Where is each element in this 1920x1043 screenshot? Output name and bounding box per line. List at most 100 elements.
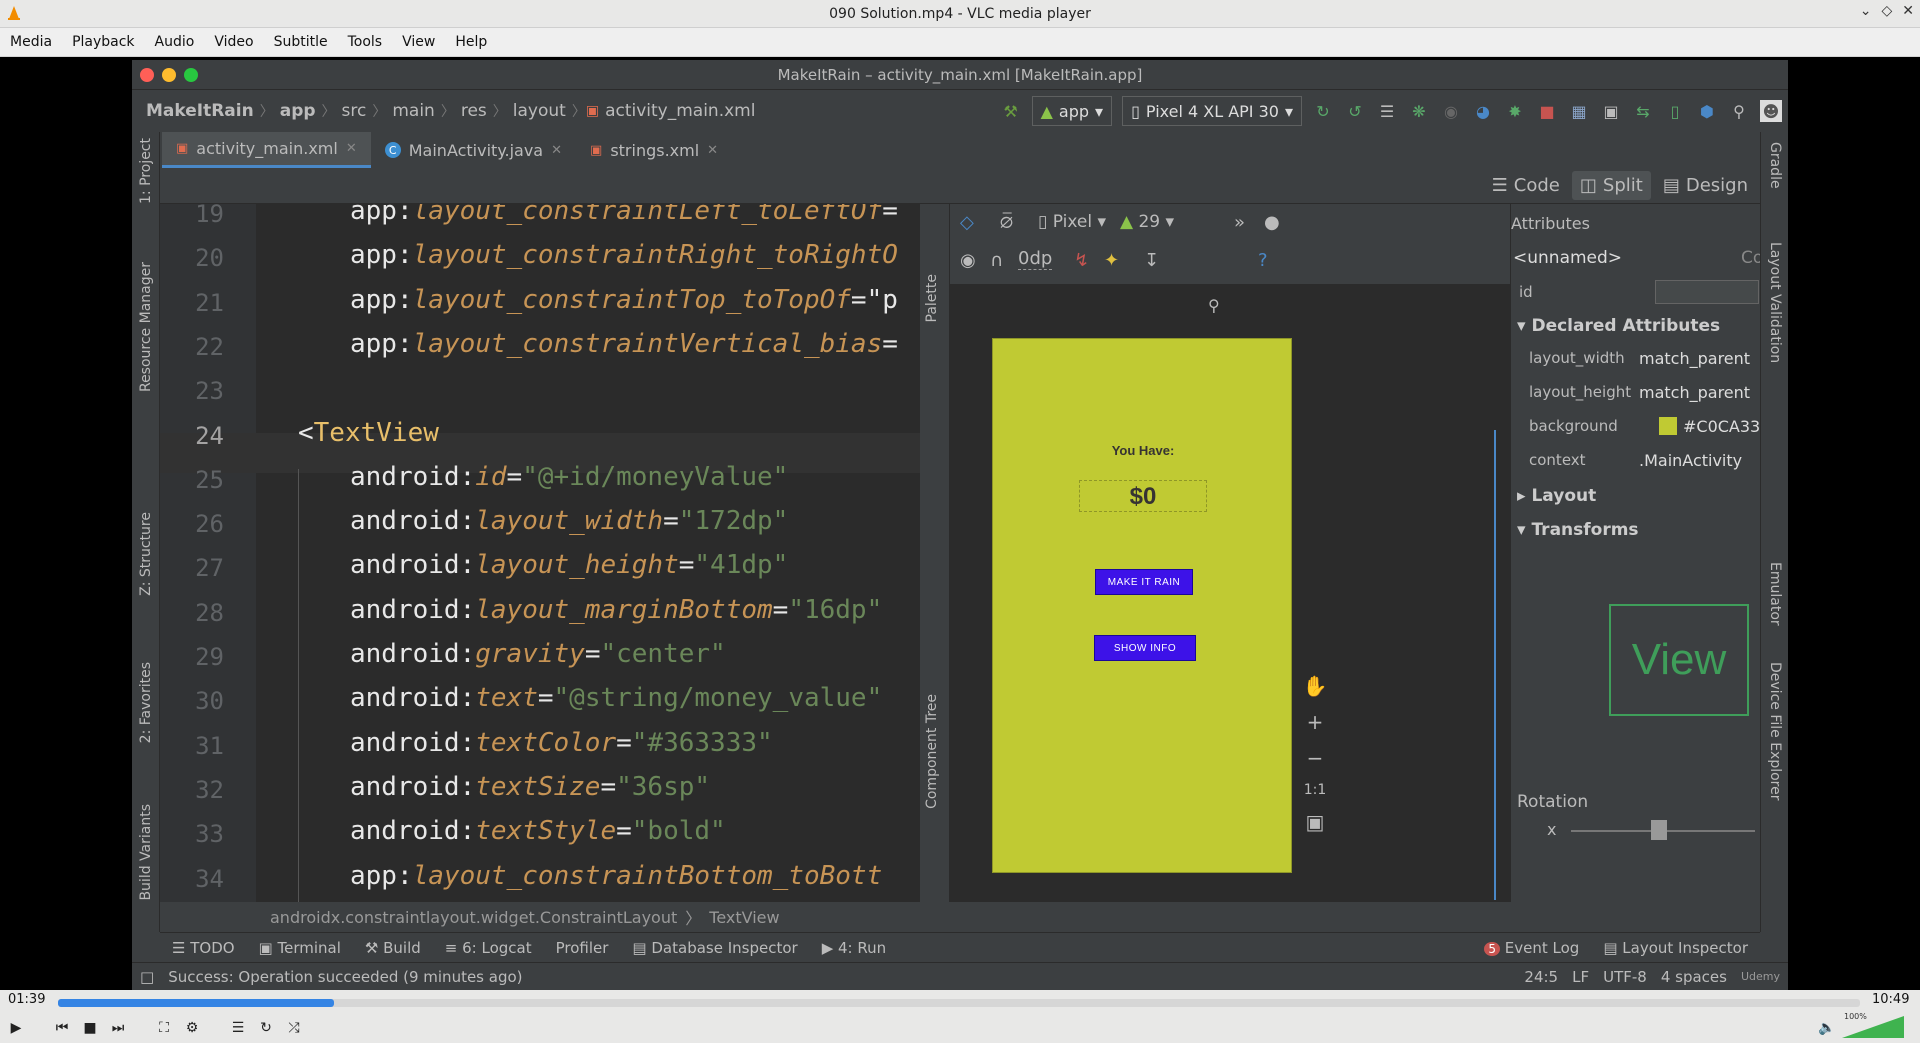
tool-profiler[interactable]: Profiler	[544, 939, 621, 957]
playlist-icon[interactable]: ☰	[226, 1016, 250, 1040]
mode-split-button[interactable]: ◫ Split	[1571, 171, 1651, 200]
tool-resource-manager[interactable]: Resource Manager	[138, 262, 154, 392]
crumb-file[interactable]: activity_main.xml	[599, 101, 761, 121]
declared-attributes-header[interactable]: ▾ Declared Attributes	[1511, 312, 1760, 340]
rotation-x-thumb[interactable]	[1651, 820, 1667, 840]
tool-emulator[interactable]: Emulator	[1767, 562, 1783, 626]
more-icon[interactable]: »	[1234, 212, 1245, 233]
menu-audio[interactable]: Audio	[145, 34, 205, 50]
search-icon[interactable]: ⚲	[1728, 100, 1750, 122]
menu-view[interactable]: View	[392, 34, 445, 50]
stop-icon[interactable]: ■	[78, 1016, 102, 1040]
tool-event-log[interactable]: 5 Event Log	[1472, 939, 1591, 957]
mode-design-button[interactable]: ▤ Design	[1655, 171, 1756, 200]
avatar-icon[interactable]: ☻	[1760, 100, 1782, 122]
code-line[interactable]: android:text="@string/money_value"	[350, 683, 882, 713]
crumb-layout[interactable]: layout	[507, 101, 572, 121]
code-line[interactable]: app:layout_constraintBottom_toBott	[350, 861, 882, 891]
profile-icon[interactable]: ◕	[1472, 100, 1494, 122]
id-input[interactable]	[1655, 280, 1759, 304]
attr-row[interactable]: layout_width match_parent	[1511, 344, 1760, 372]
code-line[interactable]: <TextView	[298, 418, 439, 448]
pin-icon[interactable]: ⚲	[1208, 296, 1220, 315]
code-line[interactable]: android:textStyle="bold"	[350, 816, 726, 846]
preview-show-info-button[interactable]: SHOW INFO	[1094, 635, 1196, 661]
volume-slider[interactable]: 100%	[1842, 1012, 1904, 1038]
tool-terminal[interactable]: ▣ Terminal	[247, 939, 353, 957]
run-config-select[interactable]: ▲ app ▾	[1031, 96, 1113, 126]
tab-main-activity[interactable]: C MainActivity.java ✕	[371, 132, 576, 168]
mode-code-button[interactable]: ☰ Code	[1484, 171, 1568, 200]
orientation-icon[interactable]: ⦱	[1000, 212, 1013, 233]
device-select[interactable]: ▯ Pixel 4 XL API 30 ▾	[1122, 96, 1302, 126]
device-picker[interactable]: ▯ Pixel ▾	[1038, 212, 1106, 232]
crumb-main[interactable]: main	[386, 101, 440, 121]
tool-run[interactable]: ▶ 4: Run	[810, 939, 898, 957]
code-line[interactable]: app:layout_constraintLeft_toLeftOf=	[350, 204, 898, 226]
attach-debugger-icon[interactable]: ✸	[1504, 100, 1526, 122]
extended-settings-icon[interactable]: ⚙	[180, 1016, 204, 1040]
crumb-src[interactable]: src	[336, 101, 373, 121]
zoom-actual-button[interactable]: 1:1	[1304, 782, 1327, 798]
sdk-icon[interactable]: ⬢	[1696, 100, 1718, 122]
list-icon[interactable]: ☰	[1376, 100, 1398, 122]
attach-icon[interactable]: ◉	[1440, 100, 1462, 122]
infer-constraints-icon[interactable]: ✦	[1104, 250, 1119, 271]
component-tree-tab[interactable]: Component Tree	[924, 694, 940, 809]
minimize-dot-icon[interactable]	[162, 68, 176, 82]
layout-section-header[interactable]: ▸ Layout	[1511, 482, 1760, 510]
code-editor[interactable]: 19 app:layout_constraintLeft_toLeftOf= 20 a…	[160, 204, 920, 904]
pan-icon[interactable]: ✋	[1303, 674, 1328, 698]
api-picker[interactable]: ▲ 29 ▾	[1120, 212, 1174, 232]
tool-device-file-explorer[interactable]: Device File Explorer	[1767, 662, 1783, 801]
preview-you-have[interactable]: You Have:	[993, 443, 1293, 458]
tool-layout-inspector[interactable]: ▤ Layout Inspector	[1591, 939, 1760, 957]
play-icon[interactable]: ▶	[4, 1016, 28, 1040]
tool-todo[interactable]: ☰ TODO	[160, 939, 247, 957]
close-tab-icon[interactable]: ✕	[551, 143, 562, 158]
minimize-icon[interactable]: ⌄	[1860, 3, 1872, 19]
caret-position[interactable]: 24:5	[1524, 968, 1558, 986]
fullscreen-icon[interactable]: ⛶	[152, 1016, 176, 1040]
apply-changes-icon[interactable]: ↺	[1344, 100, 1366, 122]
tool-logcat[interactable]: ≡ 6: Logcat	[433, 939, 544, 957]
tab-activity-main[interactable]: ▣ activity_main.xml ✕	[162, 132, 371, 168]
warning-icon[interactable]: ●	[1264, 212, 1280, 233]
device-manager-icon[interactable]: ▯	[1664, 100, 1686, 122]
palette-tab[interactable]: Palette	[924, 274, 940, 323]
shuffle-icon[interactable]: ⤮	[282, 1016, 306, 1040]
transforms-section-header[interactable]: ▾ Transforms	[1511, 516, 1760, 544]
zoom-out-icon[interactable]: −	[1307, 746, 1324, 770]
code-line[interactable]: android:layout_marginBottom="16dp"	[350, 595, 882, 625]
maximize-icon[interactable]: ◇	[1881, 3, 1892, 19]
menu-tools[interactable]: Tools	[338, 34, 393, 50]
tool-gradle[interactable]: Gradle	[1767, 142, 1783, 189]
zoom-in-icon[interactable]: +	[1307, 710, 1324, 734]
avd-icon[interactable]: ▣	[1600, 100, 1622, 122]
zoom-dot-icon[interactable]	[184, 68, 198, 82]
stop-icon[interactable]: ■	[1536, 100, 1558, 122]
volume-icon[interactable]: 🔈	[1818, 1020, 1835, 1036]
rerun-icon[interactable]: ↻	[1312, 100, 1334, 122]
tool-database-inspector[interactable]: ▤ Database Inspector	[620, 939, 809, 957]
code-line[interactable]: android:gravity="center"	[350, 639, 726, 669]
encoding[interactable]: UTF-8	[1603, 968, 1647, 986]
code-line[interactable]: android:layout_height="41dp"	[350, 550, 788, 580]
tool-build[interactable]: ⚒ Build	[353, 939, 433, 957]
preview-money-value[interactable]: $0	[1079, 480, 1207, 512]
folder-icon[interactable]: ▦	[1568, 100, 1590, 122]
loop-icon[interactable]: ↻	[254, 1016, 278, 1040]
tool-layout-validation[interactable]: Layout Validation	[1767, 242, 1783, 363]
previous-icon[interactable]: ⏮	[50, 1016, 74, 1040]
code-line[interactable]: android:textSize="36sp"	[350, 772, 710, 802]
close-tab-icon[interactable]: ✕	[707, 143, 718, 158]
code-line[interactable]: android:textColor="#363333"	[350, 728, 773, 758]
layout-preview[interactable]: You Have: $0 MAKE IT RAIN SHOW INFO	[992, 338, 1292, 873]
code-line[interactable]: app:layout_constraintTop_toTopOf="p	[350, 285, 898, 315]
menu-help[interactable]: Help	[445, 34, 497, 50]
menu-video[interactable]: Video	[204, 34, 263, 50]
tab-strings[interactable]: ▣ strings.xml ✕	[576, 132, 732, 168]
help-icon[interactable]: ?	[1258, 250, 1268, 271]
magnet-icon[interactable]: ∩	[990, 250, 1003, 271]
code-line[interactable]: app:layout_constraintRight_toRightO	[350, 240, 898, 270]
